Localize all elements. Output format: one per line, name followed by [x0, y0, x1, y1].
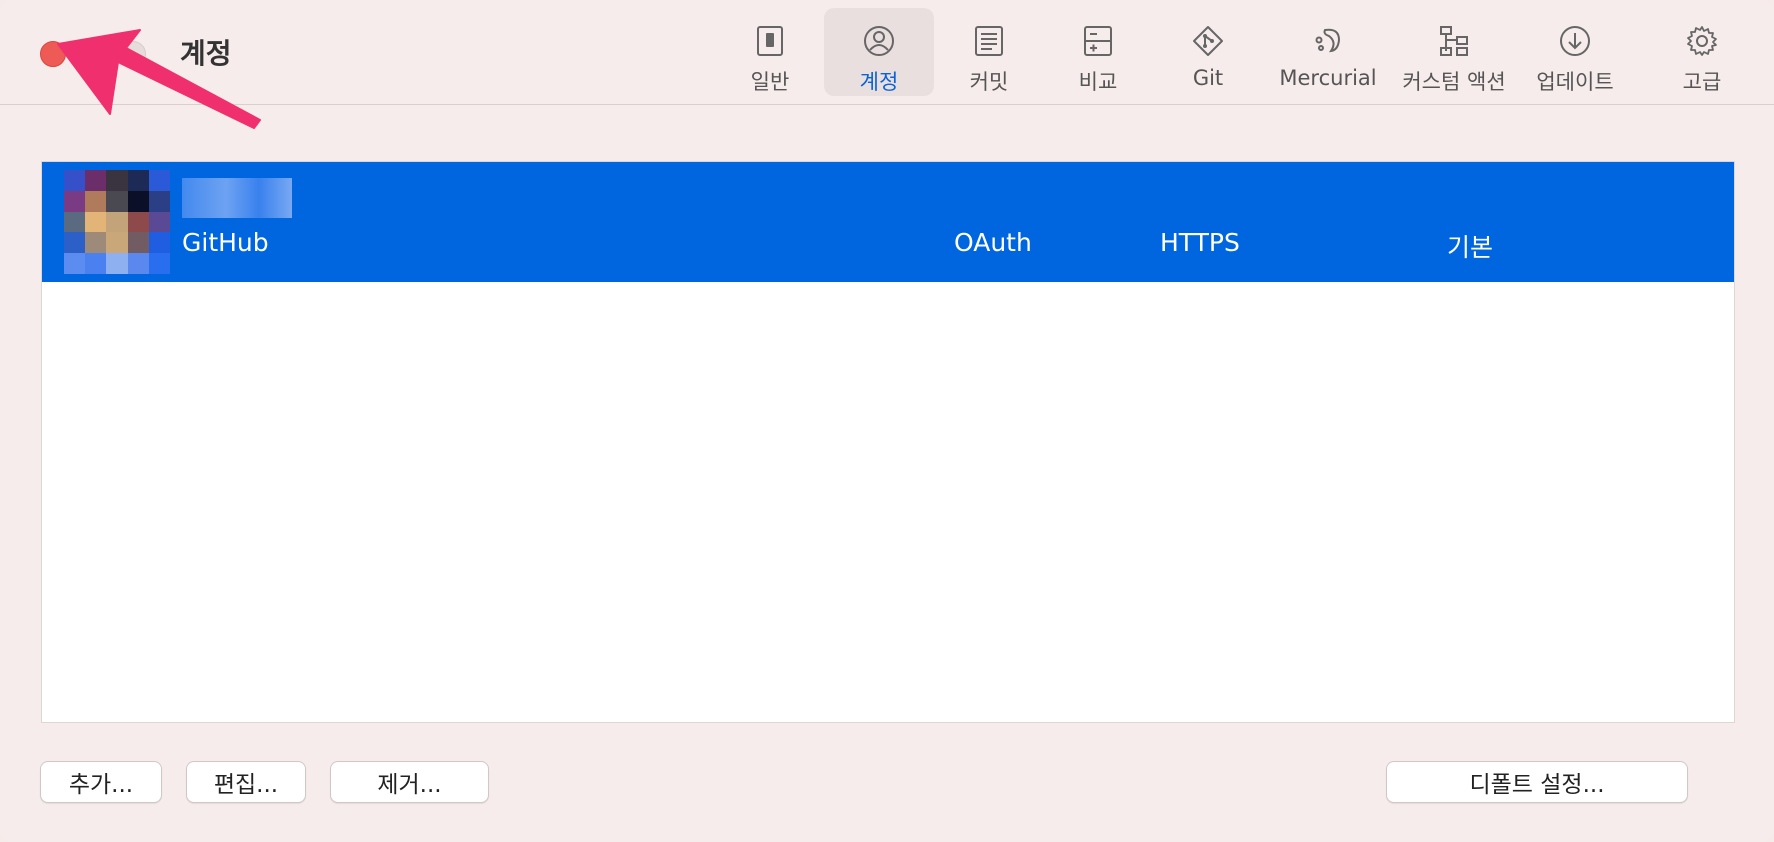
tab-general[interactable]: 일반 — [720, 8, 820, 96]
commit-icon — [975, 26, 1003, 56]
gear-icon — [1687, 26, 1717, 56]
tab-label: Mercurial — [1279, 66, 1377, 90]
set-default-button[interactable]: 디폴트 설정... — [1386, 761, 1688, 803]
general-icon — [757, 26, 783, 56]
tab-mercurial[interactable]: Mercurial — [1268, 8, 1388, 96]
tab-label: 일반 — [750, 70, 790, 94]
tab-label: 커스텀 액션 — [1402, 70, 1506, 94]
avatar — [64, 170, 170, 274]
tab-git[interactable]: Git — [1158, 8, 1258, 96]
tab-label: 커밋 — [969, 70, 1009, 94]
tab-label: 고급 — [1682, 70, 1722, 94]
account-icon — [864, 26, 894, 56]
annotation-arrow-icon — [57, 29, 261, 129]
accounts-table[interactable]: GitHub OAuth HTTPS 기본 — [41, 161, 1735, 723]
account-auth: OAuth — [954, 228, 1032, 257]
update-icon — [1560, 26, 1590, 56]
edit-button[interactable]: 편집... — [186, 761, 306, 803]
tab-custom-actions[interactable]: 커스텀 액션 — [1398, 8, 1510, 96]
tab-label: 비교 — [1078, 70, 1118, 94]
tab-diff[interactable]: 비교 — [1048, 8, 1148, 96]
account-protocol: HTTPS — [1160, 228, 1240, 257]
tab-account[interactable]: 계정 — [824, 8, 934, 96]
table-row[interactable]: GitHub OAuth HTTPS 기본 — [42, 162, 1734, 282]
tab-label: Git — [1192, 66, 1224, 90]
account-username-redacted — [182, 178, 292, 218]
account-default: 기본 — [1447, 233, 1494, 262]
add-button[interactable]: 추가... — [40, 761, 162, 803]
tab-commit[interactable]: 커밋 — [939, 8, 1039, 96]
custom-action-icon — [1440, 26, 1468, 56]
tab-label: 계정 — [859, 70, 899, 94]
tab-advanced[interactable]: 고급 — [1652, 8, 1752, 96]
account-host: GitHub — [182, 228, 269, 257]
diff-icon — [1084, 26, 1112, 56]
tab-label: 업데이트 — [1536, 70, 1614, 94]
git-icon — [1193, 26, 1223, 56]
tab-update[interactable]: 업데이트 — [1525, 8, 1625, 96]
mercurial-icon — [1315, 28, 1341, 53]
preferences-window: 계정 일반 계정 커밋 비교 Git Mercurial 커스텀 액션 업데이트… — [0, 0, 1774, 842]
remove-button[interactable]: 제거... — [330, 761, 489, 803]
